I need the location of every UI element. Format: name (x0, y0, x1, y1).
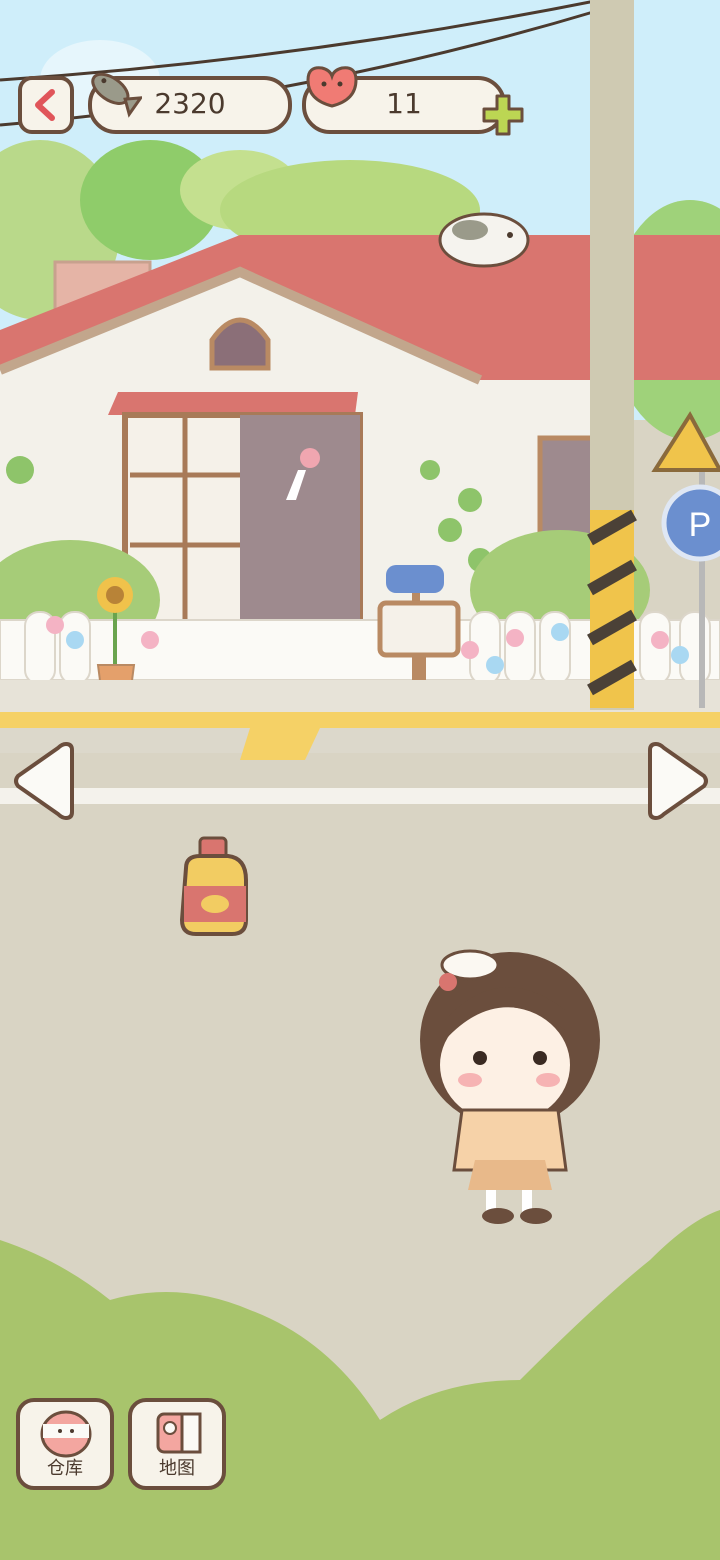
map-icon (156, 1412, 202, 1454)
storage-button[interactable]: 仓库 (16, 1398, 114, 1490)
game-scene: P (0, 0, 720, 1560)
scene-left-arrow[interactable] (10, 736, 74, 826)
utility-pole (587, 0, 637, 710)
fish-count: 2320 (154, 87, 226, 120)
add-hearts-button[interactable] (480, 92, 526, 138)
cat-on-roof (438, 212, 530, 268)
storage-label: 仓库 (47, 1458, 83, 1479)
plus-icon (482, 94, 524, 136)
back-button[interactable] (18, 76, 74, 134)
heart-count: 11 (386, 87, 422, 120)
heart-icon (306, 66, 358, 108)
arrow-left-icon (14, 741, 74, 821)
arrow-right-icon (648, 741, 708, 821)
storage-box-icon (40, 1410, 92, 1458)
map-label: 地图 (159, 1458, 195, 1479)
fish-icon (91, 72, 142, 118)
chevron-left-icon (35, 89, 55, 121)
scene-right-arrow[interactable] (648, 736, 712, 826)
map-button[interactable]: 地图 (128, 1398, 226, 1490)
svg-text:P: P (689, 506, 712, 544)
